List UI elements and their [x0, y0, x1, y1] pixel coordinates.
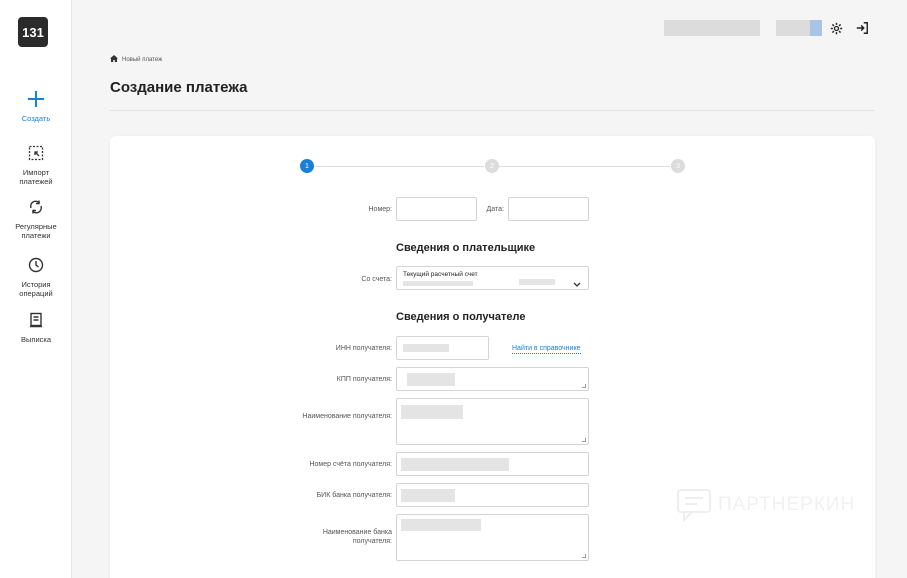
find-in-directory-link[interactable]: Найти в справочнике — [512, 344, 581, 354]
sidebar-item-label: Выписка — [20, 335, 51, 344]
recipient-name-field[interactable] — [396, 398, 589, 445]
sidebar-item-recurring[interactable]: Регулярные платежи — [0, 196, 72, 240]
settings-icon[interactable] — [828, 20, 844, 36]
bik-label: БИК банка получателя: — [316, 492, 392, 499]
step-connector — [499, 166, 670, 167]
step-3: 3 — [671, 159, 685, 173]
step-2: 2 — [485, 159, 499, 173]
kpp-field[interactable] — [396, 367, 589, 391]
step-connector — [314, 166, 484, 167]
bank-name-field[interactable] — [396, 514, 589, 561]
name-label: Наименование получателя: — [302, 413, 392, 420]
sidebar-item-label: Импорт платежей — [19, 168, 53, 186]
watermark-logo-icon — [677, 489, 711, 522]
account-balance-redacted — [519, 279, 555, 285]
divider — [110, 110, 875, 111]
recipient-section-title: Сведения о получателе — [396, 311, 526, 323]
account-label: Со счета: — [361, 276, 392, 283]
clock-icon — [25, 254, 47, 276]
number-label: Номер: — [368, 206, 393, 213]
bik-field[interactable] — [396, 483, 589, 507]
recipient-account-field[interactable] — [396, 452, 589, 476]
watermark-text: ПАРТНЕРКИН — [718, 494, 856, 515]
step-1: 1 — [300, 159, 314, 173]
bank-name-label: Наименование банка получателя: — [322, 529, 392, 545]
date-label: Дата: — [486, 206, 504, 213]
sidebar-item-label: Регулярные платежи — [15, 222, 57, 240]
plus-icon — [25, 88, 47, 110]
inn-field[interactable] — [396, 336, 489, 360]
page-title: Создание платежа — [110, 79, 248, 96]
date-field[interactable] — [508, 197, 589, 221]
sidebar-item-statement[interactable]: Выписка — [0, 309, 72, 344]
kpp-value-redacted — [407, 373, 455, 386]
app-logo[interactable]: 131 — [18, 17, 48, 47]
resize-handle[interactable] — [582, 384, 586, 388]
sidebar-item-create[interactable]: Создать — [0, 88, 72, 123]
sidebar-item-label: История операций — [19, 280, 53, 298]
sidebar-item-import[interactable]: Импорт платежей — [0, 142, 72, 186]
inn-label: ИНН получателя: — [335, 345, 392, 352]
home-icon[interactable] — [110, 55, 118, 64]
statement-icon — [25, 309, 47, 331]
import-icon — [25, 142, 47, 164]
sidebar-item-label: Создать — [21, 114, 51, 123]
account-number-label: Номер счёта получателя: — [309, 461, 392, 468]
user-name-redacted — [776, 20, 810, 36]
sidebar: 131 Создать Импорт платежей Регулярные п… — [0, 0, 72, 578]
payer-section-title: Сведения о плательщике — [396, 242, 536, 254]
account-select-value: Текущий расчетный счет — [403, 271, 478, 278]
recipient-account-redacted — [401, 458, 509, 471]
recurring-icon — [25, 196, 47, 218]
breadcrumb: Новый платеж — [110, 55, 162, 64]
inn-value-redacted — [403, 344, 449, 352]
breadcrumb-current: Новый платеж — [122, 56, 163, 63]
bank-name-redacted — [401, 519, 481, 531]
watermark: ПАРТНЕРКИН — [676, 488, 855, 522]
logout-icon[interactable] — [854, 20, 870, 36]
account-number-redacted — [403, 281, 473, 286]
user-info-redacted — [664, 20, 760, 36]
account-select[interactable]: Текущий расчетный счет — [396, 266, 589, 290]
sidebar-item-history[interactable]: История операций — [0, 254, 72, 298]
chevron-down-icon — [573, 275, 581, 293]
recipient-name-redacted — [401, 405, 463, 419]
resize-handle[interactable] — [582, 438, 586, 442]
bik-value-redacted — [401, 489, 455, 502]
resize-handle[interactable] — [582, 554, 586, 558]
kpp-label: КПП получателя: — [336, 376, 392, 383]
avatar[interactable] — [810, 20, 822, 36]
